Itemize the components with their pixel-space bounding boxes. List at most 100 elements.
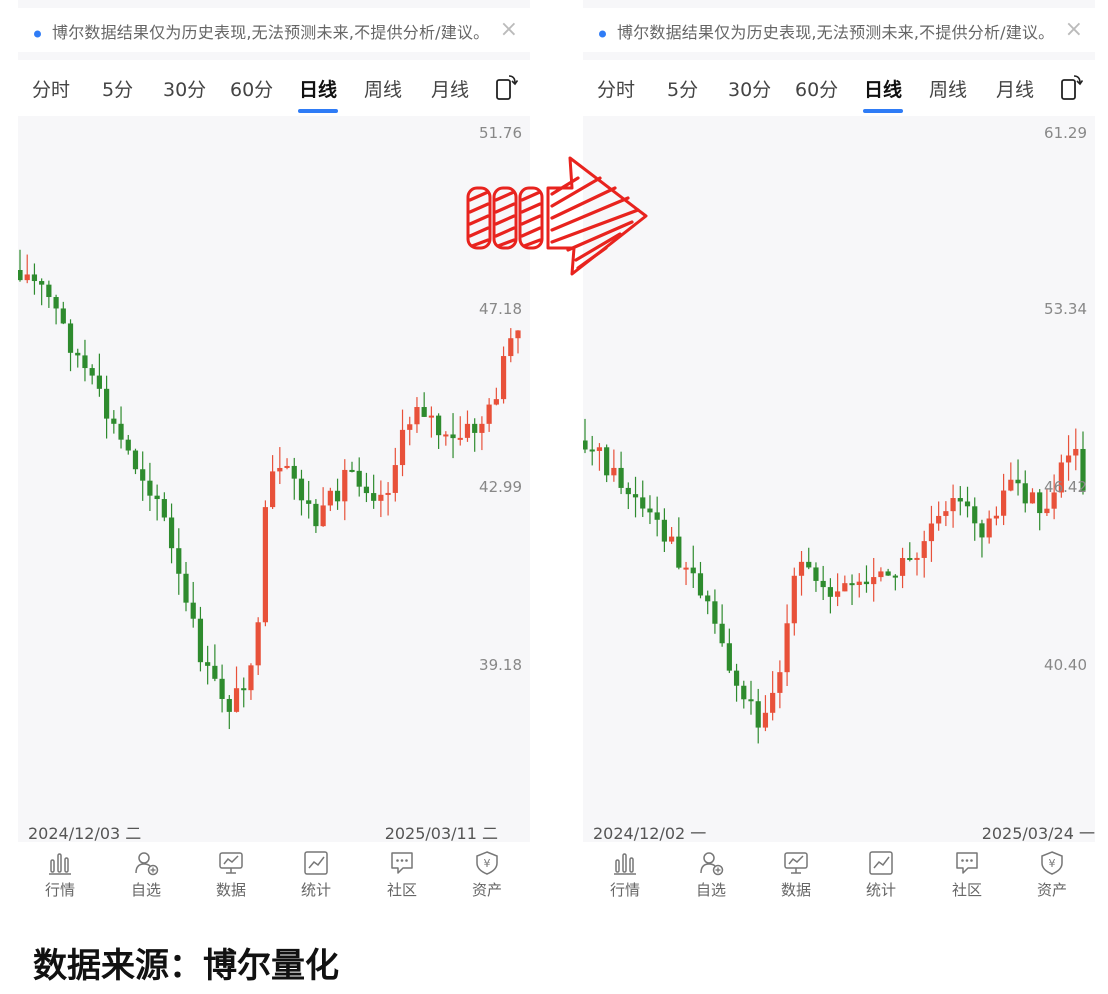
tab-weekly[interactable]: 周线 [364,75,402,102]
candle-body [589,449,595,452]
candle-body [392,465,398,493]
fullscreen-rotate-icon[interactable] [494,74,518,102]
tab-daily[interactable]: 日线 [299,75,337,102]
nav-statistics[interactable]: 统计 [851,850,911,900]
candle-body [719,623,725,644]
candle-body [676,536,682,568]
nav-watchlist[interactable]: 自选 [116,850,176,900]
tab-fenshi[interactable]: 分时 [32,75,70,102]
candle-body [342,469,348,502]
candle-body [986,518,992,538]
yuan-shield-icon: ¥ [476,851,498,875]
tab-60min[interactable]: 60分 [230,75,273,102]
candle-body [770,692,776,713]
date-start: 2024/12/03 二 [28,824,142,843]
candle-body [950,498,956,512]
candle-body [161,499,167,518]
candle-body [835,591,841,597]
nav-assets[interactable]: ¥ 资产 [457,850,517,900]
tab-monthly[interactable]: 月线 [431,75,469,102]
user-add-icon [135,852,159,876]
candle-body [647,508,653,513]
data-source-caption: 数据来源：博尔量化 [33,946,339,986]
active-tab-indicator [298,109,338,113]
nav-watchlist[interactable]: 自选 [681,850,741,900]
close-icon[interactable]: × [1065,16,1083,44]
monitor-chart-icon [784,852,808,874]
red-arrow-icon [466,156,648,276]
price-label-2: 53.34 [1044,300,1087,318]
candle-body [306,500,312,504]
candle-body [1037,492,1043,514]
tab-5min[interactable]: 5分 [102,75,133,102]
candle-body [820,580,826,588]
nav-market[interactable]: 行情 [30,850,90,900]
candle-body [363,486,370,494]
candle-body [248,665,254,691]
candle-body [515,330,521,339]
nav-data[interactable]: 数据 [201,850,261,900]
candle-body [755,701,761,728]
date-start: 2024/12/02 一 [593,824,707,843]
nav-market[interactable]: 行情 [595,850,655,900]
candle-body [899,558,906,576]
candle-body [89,368,95,376]
candle-body [1065,455,1072,463]
nav-label: 社区 [386,881,417,899]
close-icon[interactable]: × [500,16,518,44]
nav-assets[interactable]: ¥ 资产 [1022,850,1082,900]
nav-label: 行情 [44,881,75,899]
nav-community[interactable]: 社区 [937,850,997,900]
candle-body [712,601,718,624]
candle-body [726,643,732,671]
candle-body [806,561,812,568]
candle-body [284,465,290,468]
candle-body [943,511,949,516]
yuan-shield-icon: ¥ [1041,851,1063,875]
price-label-bottom: 40.40 [1044,656,1087,674]
nav-community[interactable]: 社区 [372,850,432,900]
nav-data[interactable]: 数据 [766,850,826,900]
candle-body [748,699,754,702]
tab-daily[interactable]: 日线 [864,75,902,102]
candlestick-chart[interactable] [18,118,530,838]
nav-label: 资产 [471,881,502,899]
price-label-3: 46.42 [1044,478,1087,496]
candle-body [885,571,891,576]
candle-body [291,465,297,479]
candle-body [972,506,978,524]
tab-30min[interactable]: 30分 [163,75,206,102]
candle-body [436,415,442,436]
candle-body [993,515,999,519]
nav-statistics[interactable]: 统计 [286,850,346,900]
monitor-chart-icon [219,852,243,874]
candle-body [125,439,131,451]
tab-5min[interactable]: 5分 [667,75,698,102]
nav-label: 自选 [695,881,726,899]
tab-monthly[interactable]: 月线 [996,75,1034,102]
candle-body [443,434,449,437]
candle-body [349,469,355,472]
fullscreen-rotate-icon[interactable] [1059,74,1083,102]
bar-chart-icon [614,853,636,875]
period-tabs: 分时 5分 30分 60分 日线 周线 月线 [18,60,530,116]
bottom-navigation: 行情 自选 数据 统计 社区 ¥ 资产 [18,842,530,912]
candle-body [654,512,660,520]
disclaimer-banner: 博尔数据结果仅为历史表现,无法预测未来,不提供分析/建议。 × [583,8,1095,52]
candle-body [784,623,790,673]
candle-body [385,492,391,495]
tab-weekly[interactable]: 周线 [929,75,967,102]
tab-fenshi[interactable]: 分时 [597,75,635,102]
candle-body [24,274,30,281]
tab-30min[interactable]: 30分 [728,75,771,102]
tab-60min[interactable]: 60分 [795,75,838,102]
price-label-2: 47.18 [479,300,522,318]
nav-label: 数据 [780,881,811,899]
candle-body [53,297,59,309]
candle-body [241,688,247,691]
candle-body [82,355,88,369]
candle-body [104,388,110,419]
candle-body [979,523,985,538]
nav-label: 数据 [215,881,246,899]
price-label-top: 51.76 [479,124,522,142]
